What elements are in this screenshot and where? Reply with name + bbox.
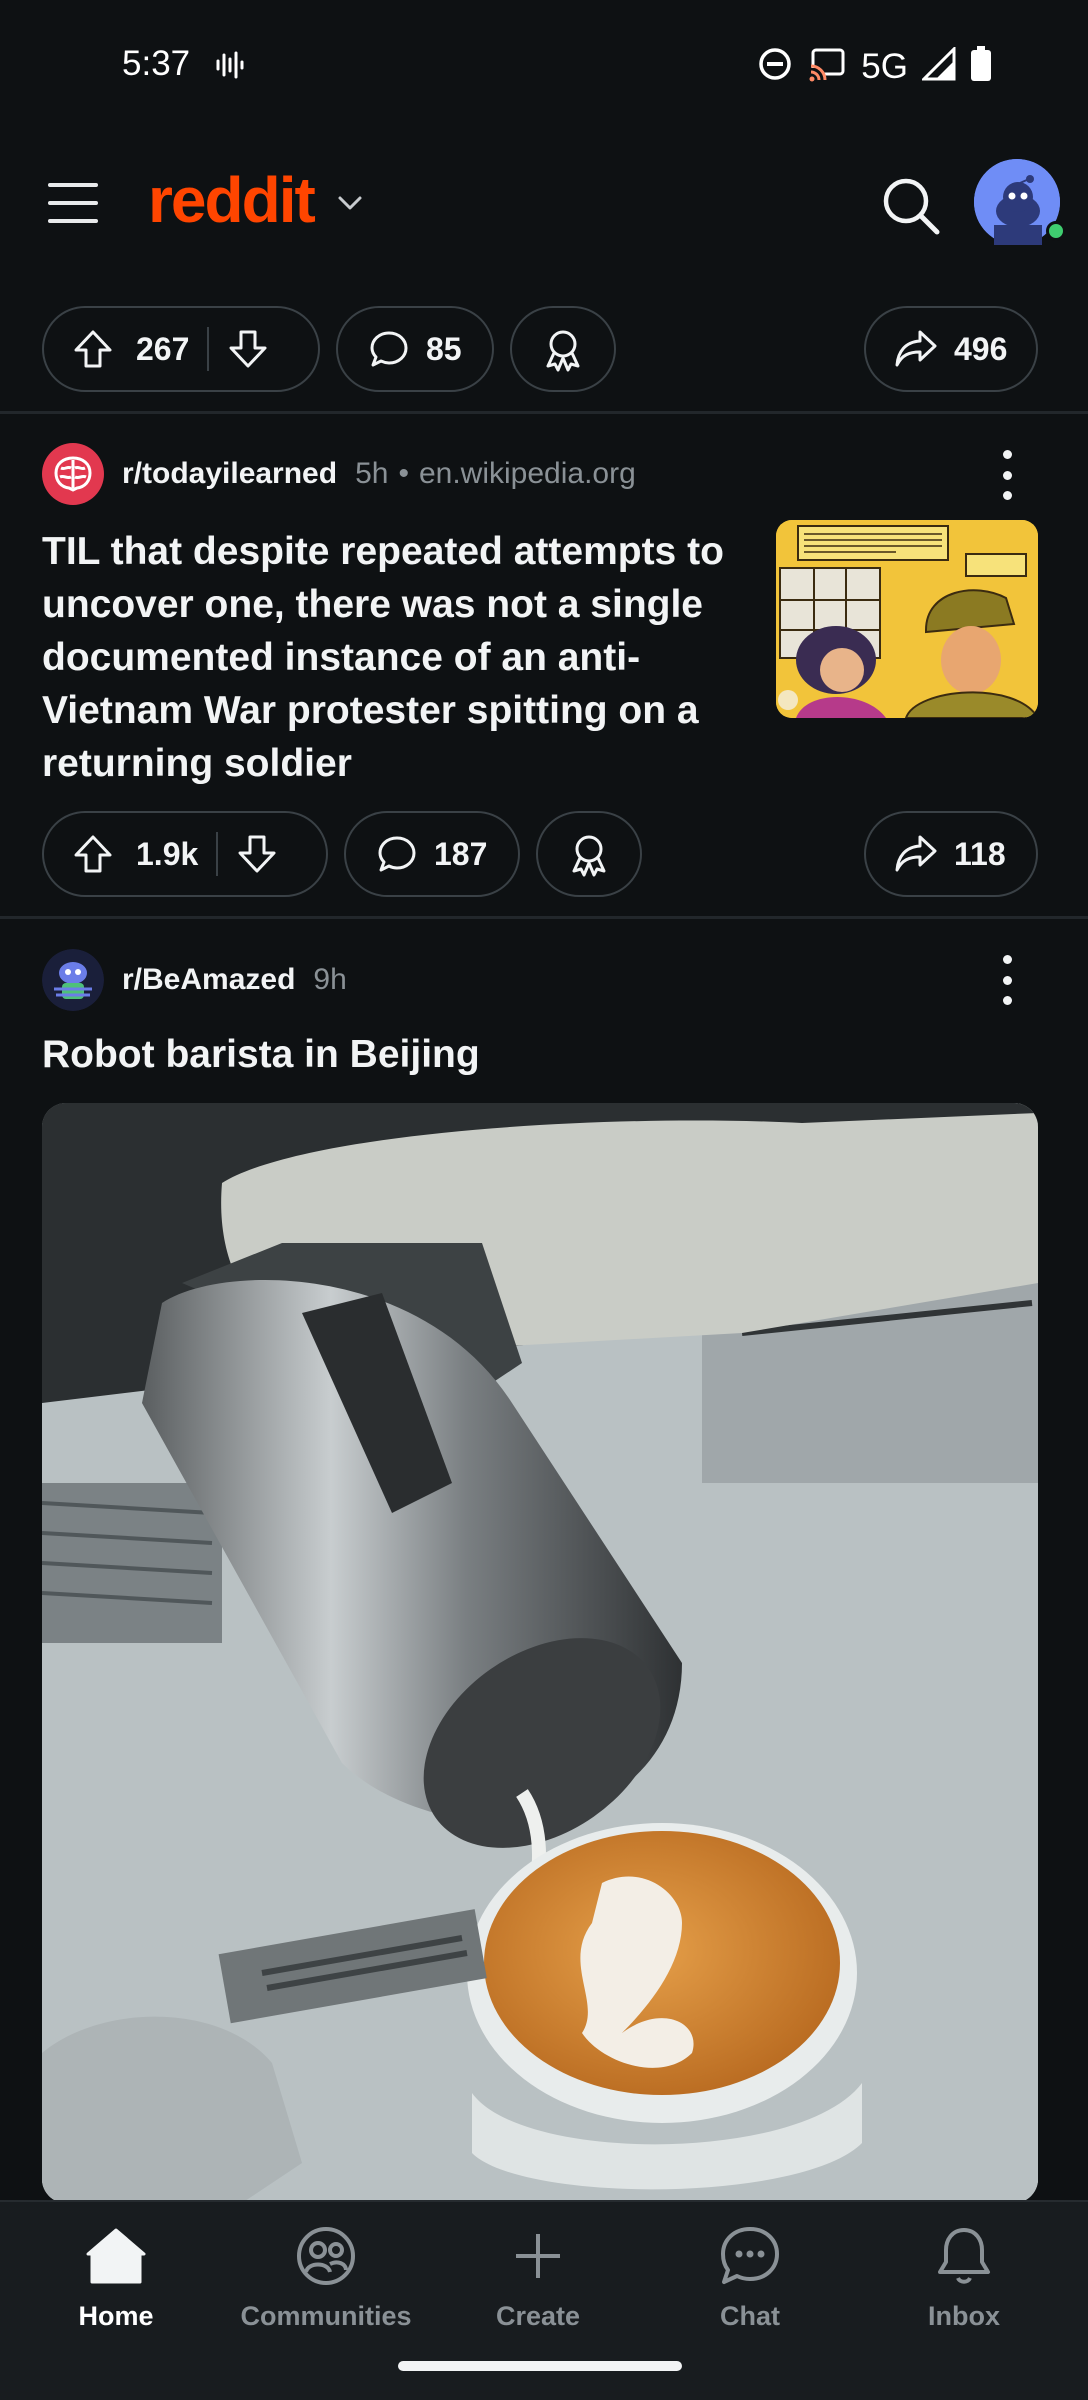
post-meta: r/todayilearned 5h • en.wikipedia.org: [42, 442, 942, 506]
post-age: 9h: [313, 963, 347, 996]
nav-label: Chat: [720, 2301, 780, 2331]
reddit-logo[interactable]: reddit: [148, 163, 316, 237]
chevron-down-icon[interactable]: [336, 193, 364, 218]
downvote-icon[interactable]: [227, 328, 269, 370]
post-actions: 1.9k 187 118: [42, 811, 1038, 897]
comments-button[interactable]: 187: [344, 811, 520, 897]
downvote-icon[interactable]: [236, 833, 278, 875]
share-button[interactable]: 496: [864, 306, 1038, 392]
post-domain[interactable]: en.wikipedia.org: [419, 457, 636, 491]
communities-icon: [294, 2226, 358, 2291]
share-count: 118: [954, 835, 1006, 872]
more-options-icon[interactable]: [1000, 955, 1014, 1005]
nav-communities[interactable]: Communities: [236, 2226, 416, 2332]
vote-pill: 1.9k: [42, 811, 328, 897]
online-status-dot: [1046, 221, 1066, 241]
post-video[interactable]: [42, 1103, 1038, 2203]
award-icon: [540, 326, 586, 372]
comment-count: 187: [434, 835, 488, 872]
comment-count: 85: [426, 330, 462, 367]
avatar[interactable]: [974, 159, 1066, 245]
cast-icon: [807, 46, 847, 87]
nav-label: Home: [78, 2301, 154, 2331]
comment-icon: [376, 833, 418, 875]
award-button[interactable]: [510, 306, 616, 392]
post-divider: [0, 916, 1088, 919]
subreddit-name[interactable]: r/todayilearned: [122, 457, 337, 491]
nav-label: Create: [495, 2301, 581, 2331]
comment-icon: [368, 328, 410, 370]
post-thumbnail[interactable]: [776, 520, 1038, 718]
upvote-count: 267: [136, 330, 190, 367]
nav-home[interactable]: Home: [26, 2226, 206, 2332]
post-title[interactable]: Robot barista in Beijing: [42, 1028, 942, 1081]
status-time: 5:37: [122, 44, 191, 83]
audio-wave-icon: [214, 50, 244, 85]
subreddit-icon[interactable]: [42, 443, 104, 505]
post-divider: [0, 411, 1088, 414]
more-options-icon[interactable]: [1000, 450, 1014, 500]
home-indicator[interactable]: [398, 2361, 682, 2371]
menu-icon[interactable]: [48, 183, 98, 223]
do-not-disturb-icon: [757, 46, 793, 87]
upvote-icon[interactable]: [72, 833, 114, 875]
subreddit-icon[interactable]: [42, 949, 104, 1011]
nav-chat[interactable]: Chat: [660, 2226, 840, 2332]
share-button[interactable]: 118: [864, 811, 1038, 897]
nav-label: Communities: [240, 2301, 412, 2331]
award-icon: [566, 831, 612, 877]
network-type: 5G: [861, 46, 908, 86]
post-title[interactable]: TIL that despite repeated attempts to un…: [42, 525, 754, 790]
nav-label: Inbox: [928, 2301, 1000, 2331]
signal-icon: [920, 45, 956, 86]
plus-icon: [506, 2226, 570, 2291]
award-button[interactable]: [536, 811, 642, 897]
post-age: 5h: [355, 457, 389, 490]
comments-button[interactable]: 85: [336, 306, 494, 392]
chat-icon: [718, 2226, 782, 2291]
app-header: reddit: [0, 135, 1088, 270]
share-icon: [894, 833, 938, 875]
nav-inbox[interactable]: Inbox: [874, 2226, 1054, 2332]
status-bar: 5:37 5G: [0, 0, 1088, 135]
subreddit-name[interactable]: r/BeAmazed: [122, 963, 295, 997]
vote-pill: 267: [42, 306, 320, 392]
search-icon[interactable]: [880, 175, 942, 237]
upvote-count: 1.9k: [136, 835, 199, 872]
share-count: 496: [954, 330, 1008, 367]
battery-icon: [970, 46, 992, 87]
upvote-icon[interactable]: [72, 328, 114, 370]
nav-create[interactable]: Create: [448, 2226, 628, 2332]
bell-icon: [932, 2226, 996, 2291]
post-meta: r/BeAmazed 9h: [42, 948, 942, 1012]
home-icon: [84, 2226, 148, 2291]
share-icon: [894, 328, 938, 370]
prev-post-actions: 267 85 496: [42, 306, 1038, 392]
